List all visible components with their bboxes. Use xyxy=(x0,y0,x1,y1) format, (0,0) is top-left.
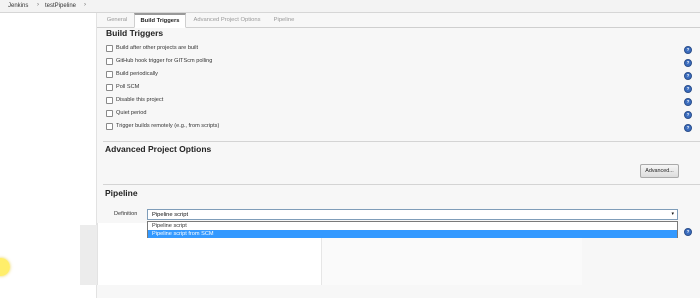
help-icon[interactable]: ? xyxy=(684,228,692,236)
advanced-options-heading: Advanced Project Options xyxy=(105,144,212,154)
build-triggers-heading: Build Triggers xyxy=(106,28,164,38)
trigger-option-label: Trigger builds remotely (e.g., from scri… xyxy=(116,123,220,129)
trigger-option-label: Build periodically xyxy=(116,71,158,77)
checkbox[interactable] xyxy=(106,97,113,104)
dropdown-option-pipeline-script[interactable]: Pipeline script xyxy=(148,222,677,230)
section-divider xyxy=(103,184,700,185)
pipeline-heading: Pipeline xyxy=(105,188,138,198)
checkbox[interactable] xyxy=(106,45,113,52)
trigger-option-label: Build after other projects are built xyxy=(116,45,199,51)
section-divider xyxy=(103,141,700,142)
trigger-option-label: Poll SCM xyxy=(116,84,140,90)
definition-label: Definition xyxy=(114,211,138,217)
checkbox[interactable] xyxy=(106,71,113,78)
trigger-option-label: Quiet period xyxy=(116,110,147,116)
chevron-down-icon: ▾ xyxy=(671,211,674,217)
help-icon[interactable]: ? xyxy=(684,111,692,119)
definition-select[interactable]: Pipeline script ▾ xyxy=(147,209,678,220)
definition-select-value: Pipeline script xyxy=(152,212,189,218)
config-tabs: General Build Triggers Advanced Project … xyxy=(97,13,700,28)
breadcrumb-separator: › xyxy=(37,2,39,8)
checkbox[interactable] xyxy=(106,110,113,117)
help-icon[interactable]: ? xyxy=(684,72,692,80)
trigger-option-label: Disable this project xyxy=(116,97,164,103)
help-icon[interactable]: ? xyxy=(684,59,692,67)
help-icon[interactable]: ? xyxy=(684,98,692,106)
help-icon[interactable]: ? xyxy=(684,85,692,93)
help-icon[interactable]: ? xyxy=(684,124,692,132)
trigger-option-label: GitHub hook trigger for GITScm polling xyxy=(116,58,213,64)
advanced-button[interactable]: Advanced... xyxy=(640,164,679,178)
help-icon[interactable]: ? xyxy=(684,46,692,54)
breadcrumb: Jenkins › testPipeline › xyxy=(0,0,700,13)
breadcrumb-job[interactable]: testPipeline xyxy=(45,3,76,9)
tab-build-triggers[interactable]: Build Triggers xyxy=(134,13,186,28)
breadcrumb-jenkins[interactable]: Jenkins xyxy=(8,3,28,9)
definition-dropdown-list: Pipeline script Pipeline script from SCM xyxy=(147,221,678,238)
breadcrumb-separator: › xyxy=(84,2,86,8)
tab-pipeline[interactable]: Pipeline xyxy=(269,13,299,27)
checkbox[interactable] xyxy=(106,84,113,91)
dropdown-option-pipeline-script-from-scm[interactable]: Pipeline script from SCM xyxy=(148,230,677,238)
tab-general[interactable]: General xyxy=(101,13,133,27)
checkbox[interactable] xyxy=(106,58,113,65)
tab-advanced-project-options[interactable]: Advanced Project Options xyxy=(189,13,265,27)
editor-gutter xyxy=(80,225,97,285)
checkbox[interactable] xyxy=(106,123,113,130)
